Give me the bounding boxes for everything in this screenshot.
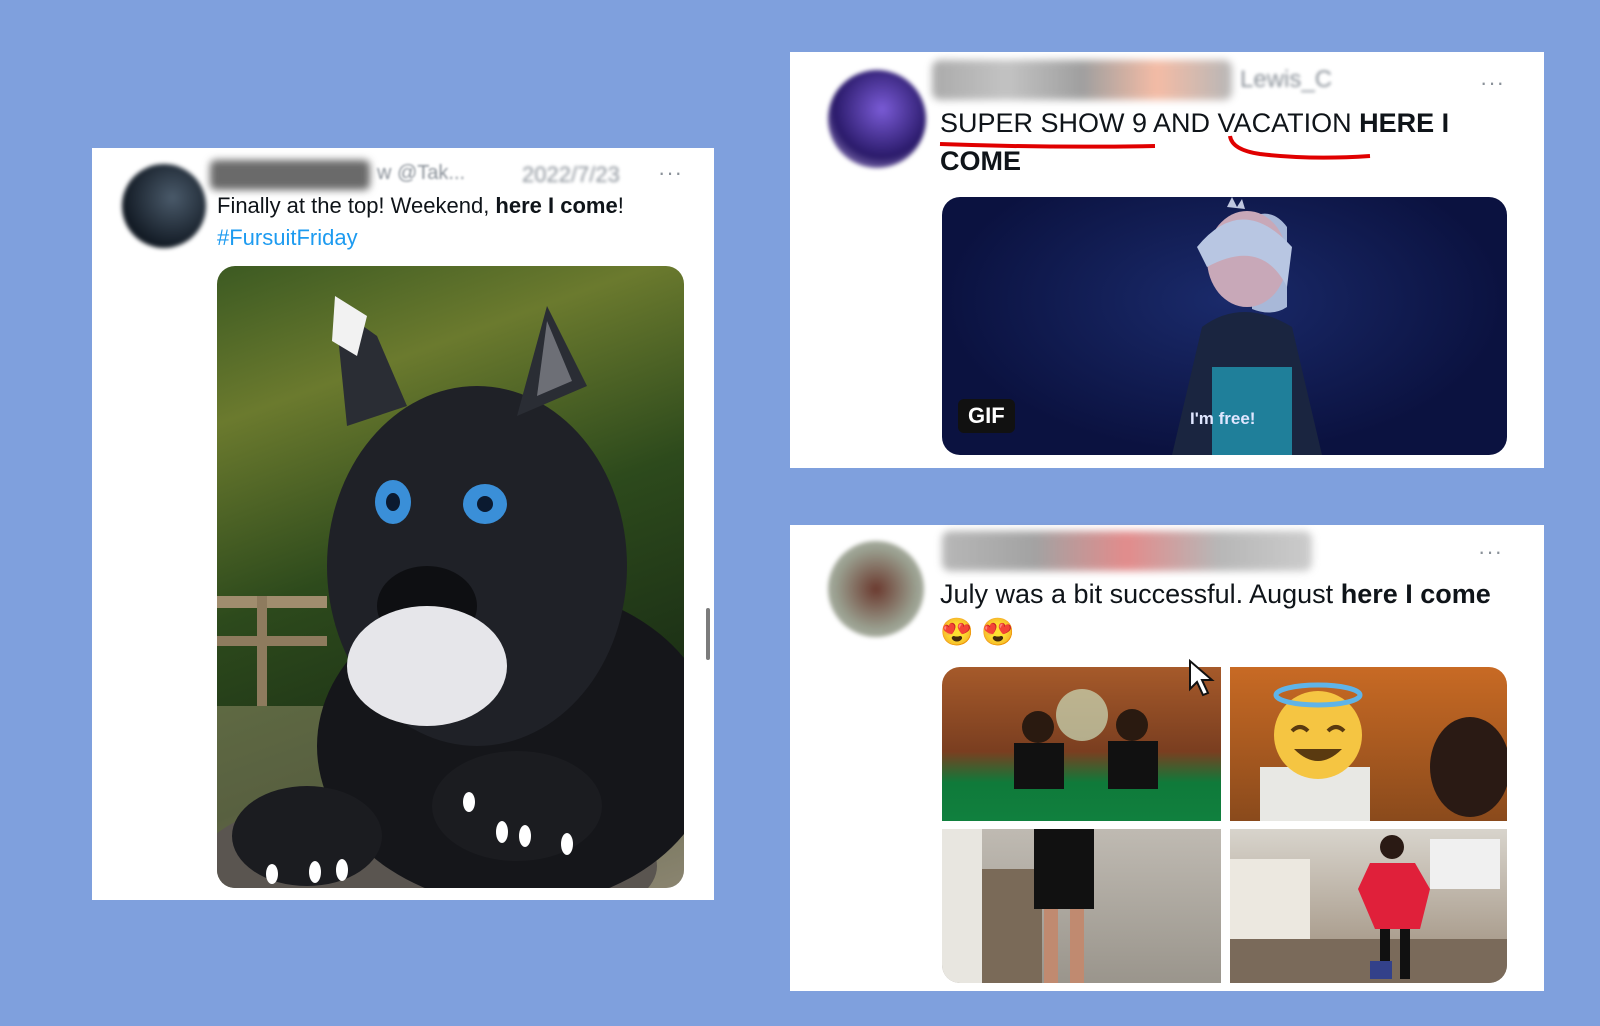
left-tweet-handle[interactable]: w @Tak... <box>377 162 465 185</box>
gif-badge[interactable]: GIF <box>958 399 1015 433</box>
fursuitfriday-hashtag-link[interactable]: #FursuitFriday <box>217 225 358 250</box>
photo-woman-courtyard[interactable] <box>942 829 1221 983</box>
right-bottom-photo-grid <box>942 667 1507 983</box>
left-tweet-more-icon[interactable]: ··· <box>658 160 683 186</box>
right-bottom-tweet-card[interactable]: ··· July was a bit successful. August he… <box>790 525 1544 991</box>
right-top-tweet-avatar[interactable] <box>828 70 926 168</box>
left-tweet-card[interactable]: w @Tak... 2022/7/23 ··· Finally at the t… <box>92 148 714 900</box>
gif-caption: I'm free! <box>1190 409 1256 428</box>
right-bottom-tweet-author-name[interactable] <box>942 531 1312 571</box>
right-bottom-tweet-avatar[interactable] <box>828 541 924 637</box>
fursuit-wolf-image <box>217 296 684 888</box>
left-tweet-avatar[interactable] <box>122 164 206 248</box>
right-top-tweet-handle[interactable]: Lewis_C <box>1240 66 1332 94</box>
right-bottom-tweet-more-icon[interactable]: ··· <box>1478 539 1503 565</box>
mouse-cursor-icon <box>1189 658 1215 697</box>
photo-man-with-halo-emoji[interactable] <box>1230 667 1507 821</box>
right-top-tweet-more-icon[interactable]: ··· <box>1480 70 1505 96</box>
left-tweet-photo[interactable] <box>217 266 684 888</box>
right-top-tweet-card[interactable]: Lewis_C ··· SUPER SHOW 9 AND VACATION HE… <box>790 52 1544 468</box>
red-annotation-underline <box>939 135 1371 160</box>
right-bottom-tweet-text: July was a bit successful. August here I… <box>940 579 1491 647</box>
left-tweet-text: Finally at the top! Weekend, here I come… <box>217 193 624 250</box>
right-top-tweet-gif[interactable]: GIF I'm free! <box>942 197 1507 455</box>
left-card-scrollbar-thumb[interactable] <box>706 608 710 660</box>
left-tweet-date[interactable]: 2022/7/23 <box>522 162 620 188</box>
right-top-tweet-author-name[interactable] <box>932 60 1232 100</box>
left-tweet-author-name[interactable] <box>210 160 370 190</box>
photo-two-women-table[interactable] <box>942 667 1221 821</box>
photo-woman-red-top[interactable] <box>1230 829 1507 983</box>
heart-eyes-emoji: 😍 😍 <box>940 617 1015 647</box>
